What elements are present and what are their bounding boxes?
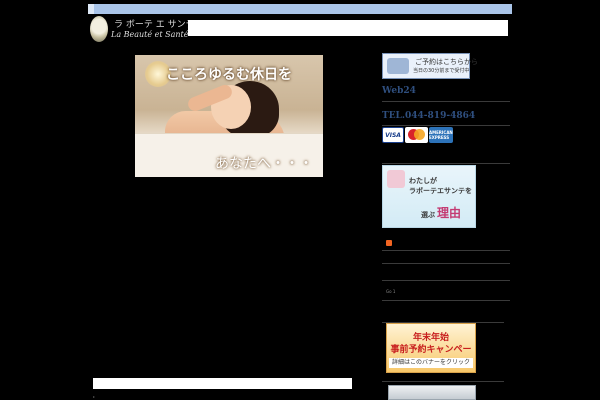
content-bullet-icon: ▸ xyxy=(93,394,96,399)
reason-banner-photo xyxy=(387,170,405,188)
reason-banner-line3-big: 理由 xyxy=(437,206,462,220)
web24-link[interactable]: Web24 xyxy=(382,86,416,96)
hero-image: こころゆるむ休日を あなたへ・・・ xyxy=(135,55,323,177)
sidebar-divider xyxy=(382,125,510,126)
amex-card-icon: AMERICAN EXPRESS xyxy=(429,127,453,143)
logo-emblem-icon xyxy=(90,16,108,42)
telephone-number[interactable]: TEL.044-819-4864 xyxy=(382,111,475,121)
reason-banner[interactable]: わたしが ラボーテエサンテを 選ぶ 理由 xyxy=(382,165,476,228)
logo-kana-text: ラ ボーテ エ サンテ xyxy=(114,20,195,30)
top-bar xyxy=(88,4,512,14)
sidebar-divider xyxy=(382,263,510,264)
reason-banner-line3-small: 選ぶ xyxy=(421,211,435,219)
reason-banner-line2: ラボーテエサンテを xyxy=(409,187,472,195)
sidebar-divider xyxy=(382,101,510,102)
sidebar-divider xyxy=(382,300,510,301)
reservation-banner-image xyxy=(387,58,409,74)
visa-card-icon: VISA xyxy=(382,127,404,143)
sidebar-banner-partial[interactable] xyxy=(388,385,476,400)
rss-icon[interactable] xyxy=(386,240,392,246)
reservation-banner-line2: 当日の30分前まで受付中 xyxy=(413,68,470,74)
hero-tagline: あなたへ・・・ xyxy=(215,156,313,172)
reason-banner-line3: 選ぶ 理由 xyxy=(421,204,461,221)
content-title-bar xyxy=(93,378,352,389)
mastercard-icon xyxy=(405,127,428,143)
reason-banner-line1: わたしが xyxy=(409,177,437,185)
site-logo[interactable]: ラ ボーテ エ サンテ La Beauté et Santé xyxy=(88,14,195,44)
sidebar-divider xyxy=(382,280,510,281)
sidebar-divider xyxy=(382,250,510,251)
header-bar xyxy=(188,20,508,36)
hero-headline: こころゆるむ休日を xyxy=(166,67,292,83)
sidebar-divider xyxy=(382,163,510,164)
top-bar-marker xyxy=(88,4,94,14)
mastercard-yellow-circle xyxy=(414,129,425,140)
reservation-banner[interactable]: ご予約はこちらから 当日の30分前まで受付中 xyxy=(382,53,478,79)
sidebar-small-text[interactable]: Go 1 xyxy=(386,289,395,294)
logo-latin-text: La Beauté et Santé xyxy=(111,30,189,39)
campaign-banner[interactable]: 年末年始 事前予約キャンペーン 詳細はこのバナーをクリック xyxy=(386,323,476,373)
reservation-banner-line1: ご予約はこちらから xyxy=(415,58,478,66)
campaign-banner-line3: 詳細はこのバナーをクリック xyxy=(389,358,473,368)
sidebar-divider xyxy=(382,381,504,382)
